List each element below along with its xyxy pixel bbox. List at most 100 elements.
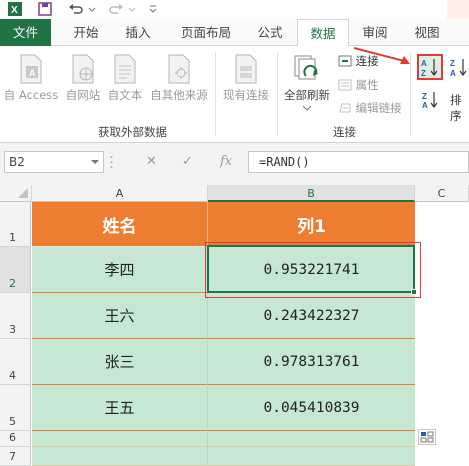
corner-triangle-icon bbox=[18, 188, 28, 198]
name-box-value: B2 bbox=[9, 155, 25, 169]
window-control[interactable] bbox=[447, 0, 469, 19]
formula-input[interactable]: =RAND() bbox=[248, 151, 469, 173]
access-icon: A bbox=[20, 54, 42, 84]
name-box-dropdown-icon[interactable] bbox=[91, 160, 99, 165]
undo-icon[interactable] bbox=[68, 2, 84, 16]
redo-icon[interactable] bbox=[108, 2, 124, 16]
name-cell[interactable]: 王五 bbox=[32, 385, 208, 431]
undo-dropdown-icon[interactable] bbox=[88, 2, 96, 16]
formula-bar: B2 ✕ ✓ fx =RAND() bbox=[0, 143, 469, 185]
empty-cell[interactable] bbox=[208, 447, 415, 466]
row-number: 1 bbox=[9, 231, 16, 244]
svg-text:A: A bbox=[422, 101, 428, 110]
properties-icon bbox=[338, 79, 352, 91]
svg-text:A: A bbox=[450, 69, 456, 78]
from-other-sources-button[interactable]: 自其他来源 bbox=[146, 54, 212, 103]
sort-za-icon: ZA bbox=[422, 92, 438, 110]
from-text-button[interactable]: 自文本 bbox=[104, 54, 146, 103]
refresh-all-icon bbox=[294, 55, 318, 80]
edit-links-label: 编辑链接 bbox=[355, 101, 402, 115]
quick-analysis-icon bbox=[420, 431, 434, 443]
refresh-all-label: 全部刷新 bbox=[284, 88, 330, 102]
save-icon[interactable] bbox=[38, 2, 52, 16]
value-cell[interactable]: 0.243422327 bbox=[208, 293, 415, 339]
tab-data[interactable]: 数据 bbox=[297, 19, 349, 47]
sort-za-small-button[interactable]: ZA bbox=[421, 90, 443, 110]
excel-logo-icon: X bbox=[8, 2, 22, 16]
empty-cell[interactable] bbox=[32, 431, 208, 447]
get-external-group-label: 获取外部数据 bbox=[98, 125, 167, 139]
svg-text:Z: Z bbox=[422, 92, 427, 101]
ribbon-separator bbox=[215, 52, 216, 136]
from-web-label: 自网站 bbox=[65, 88, 101, 102]
column-header-b[interactable]: B bbox=[208, 185, 415, 202]
empty-cell[interactable] bbox=[32, 447, 208, 466]
empty-cell[interactable] bbox=[208, 431, 415, 447]
redo-dropdown-icon[interactable] bbox=[128, 2, 136, 16]
sort-descending-button[interactable]: ZA bbox=[448, 56, 469, 80]
row-header-5[interactable]: 5 bbox=[0, 385, 31, 431]
existing-connections-button[interactable]: 现有连接 bbox=[219, 54, 273, 103]
formula-bar-grip[interactable] bbox=[110, 155, 113, 169]
svg-text:Z: Z bbox=[421, 69, 426, 78]
row-number: 5 bbox=[9, 415, 16, 428]
ribbon-separator bbox=[277, 52, 278, 136]
edit-links-icon bbox=[339, 103, 351, 113]
from-other-sources-label: 自其他来源 bbox=[150, 88, 208, 102]
tab-file[interactable]: 文件 bbox=[0, 19, 51, 46]
row-header-6[interactable]: 6 bbox=[0, 431, 31, 447]
sort-button[interactable]: 排序 bbox=[450, 92, 469, 124]
web-icon bbox=[72, 54, 94, 84]
row-header-4[interactable]: 4 bbox=[0, 339, 31, 385]
tab-view[interactable]: 视图 bbox=[405, 19, 449, 46]
row-number: 4 bbox=[9, 369, 16, 382]
from-access-label: 自 Access bbox=[3, 88, 59, 102]
value-cell[interactable]: 0.978313761 bbox=[208, 339, 415, 385]
name-box[interactable]: B2 bbox=[4, 151, 104, 173]
arrow-annotation-icon bbox=[353, 47, 410, 64]
value-cell-selected[interactable]: 0.953221741 bbox=[208, 247, 415, 293]
insert-function-icon[interactable]: fx bbox=[220, 151, 232, 173]
text-file-icon bbox=[114, 54, 136, 84]
tab-review[interactable]: 审阅 bbox=[353, 19, 397, 46]
row-header-2[interactable]: 2 bbox=[0, 247, 31, 293]
column-c-area[interactable] bbox=[415, 202, 469, 466]
grip-dots-icon bbox=[110, 156, 113, 168]
other-sources-icon bbox=[168, 54, 190, 84]
header-cell-col1[interactable]: 列1 bbox=[208, 202, 415, 247]
column-header-a[interactable]: A bbox=[32, 185, 208, 202]
refresh-dropdown-icon[interactable] bbox=[303, 106, 311, 111]
tab-insert[interactable]: 插入 bbox=[114, 19, 162, 46]
svg-text:Z: Z bbox=[450, 59, 455, 68]
from-access-button[interactable]: A 自 Access bbox=[2, 54, 60, 103]
tab-page-layout[interactable]: 页面布局 bbox=[170, 19, 242, 46]
existing-connections-label: 现有连接 bbox=[223, 88, 269, 102]
column-header-c[interactable]: C bbox=[415, 185, 469, 202]
customize-toolbar-icon[interactable] bbox=[148, 2, 158, 16]
cancel-icon[interactable]: ✕ bbox=[146, 151, 157, 173]
select-all-corner[interactable] bbox=[0, 185, 32, 202]
sort-ascending-icon: AZ bbox=[421, 59, 438, 78]
existing-connections-icon bbox=[235, 54, 257, 84]
ribbon-tab-bar: 文件 开始 插入 页面布局 公式 数据 审阅 视图 bbox=[0, 19, 469, 47]
fill-handle[interactable] bbox=[411, 289, 417, 295]
row-header-7[interactable]: 7 bbox=[0, 447, 31, 466]
row-header-1[interactable]: 1 bbox=[0, 202, 31, 247]
properties-button[interactable]: 属性 bbox=[338, 77, 379, 93]
name-cell[interactable]: 张三 bbox=[32, 339, 208, 385]
sort-ascending-button[interactable]: AZ bbox=[417, 54, 443, 80]
value-cell[interactable]: 0.045410839 bbox=[208, 385, 415, 431]
refresh-all-button[interactable]: 全部刷新 bbox=[281, 54, 333, 111]
enter-icon[interactable]: ✓ bbox=[182, 151, 193, 173]
tab-formulas[interactable]: 公式 bbox=[248, 19, 292, 46]
row-header-3[interactable]: 3 bbox=[0, 293, 31, 339]
quick-analysis-button[interactable] bbox=[418, 429, 436, 445]
edit-links-button[interactable]: 编辑链接 bbox=[338, 100, 402, 116]
tab-home[interactable]: 开始 bbox=[62, 19, 110, 46]
svg-text:A: A bbox=[29, 68, 36, 78]
name-cell[interactable]: 王六 bbox=[32, 293, 208, 339]
row-number: 2 bbox=[9, 277, 16, 290]
header-cell-name[interactable]: 姓名 bbox=[32, 202, 208, 247]
from-web-button[interactable]: 自网站 bbox=[62, 54, 104, 103]
name-cell[interactable]: 李四 bbox=[32, 247, 208, 293]
